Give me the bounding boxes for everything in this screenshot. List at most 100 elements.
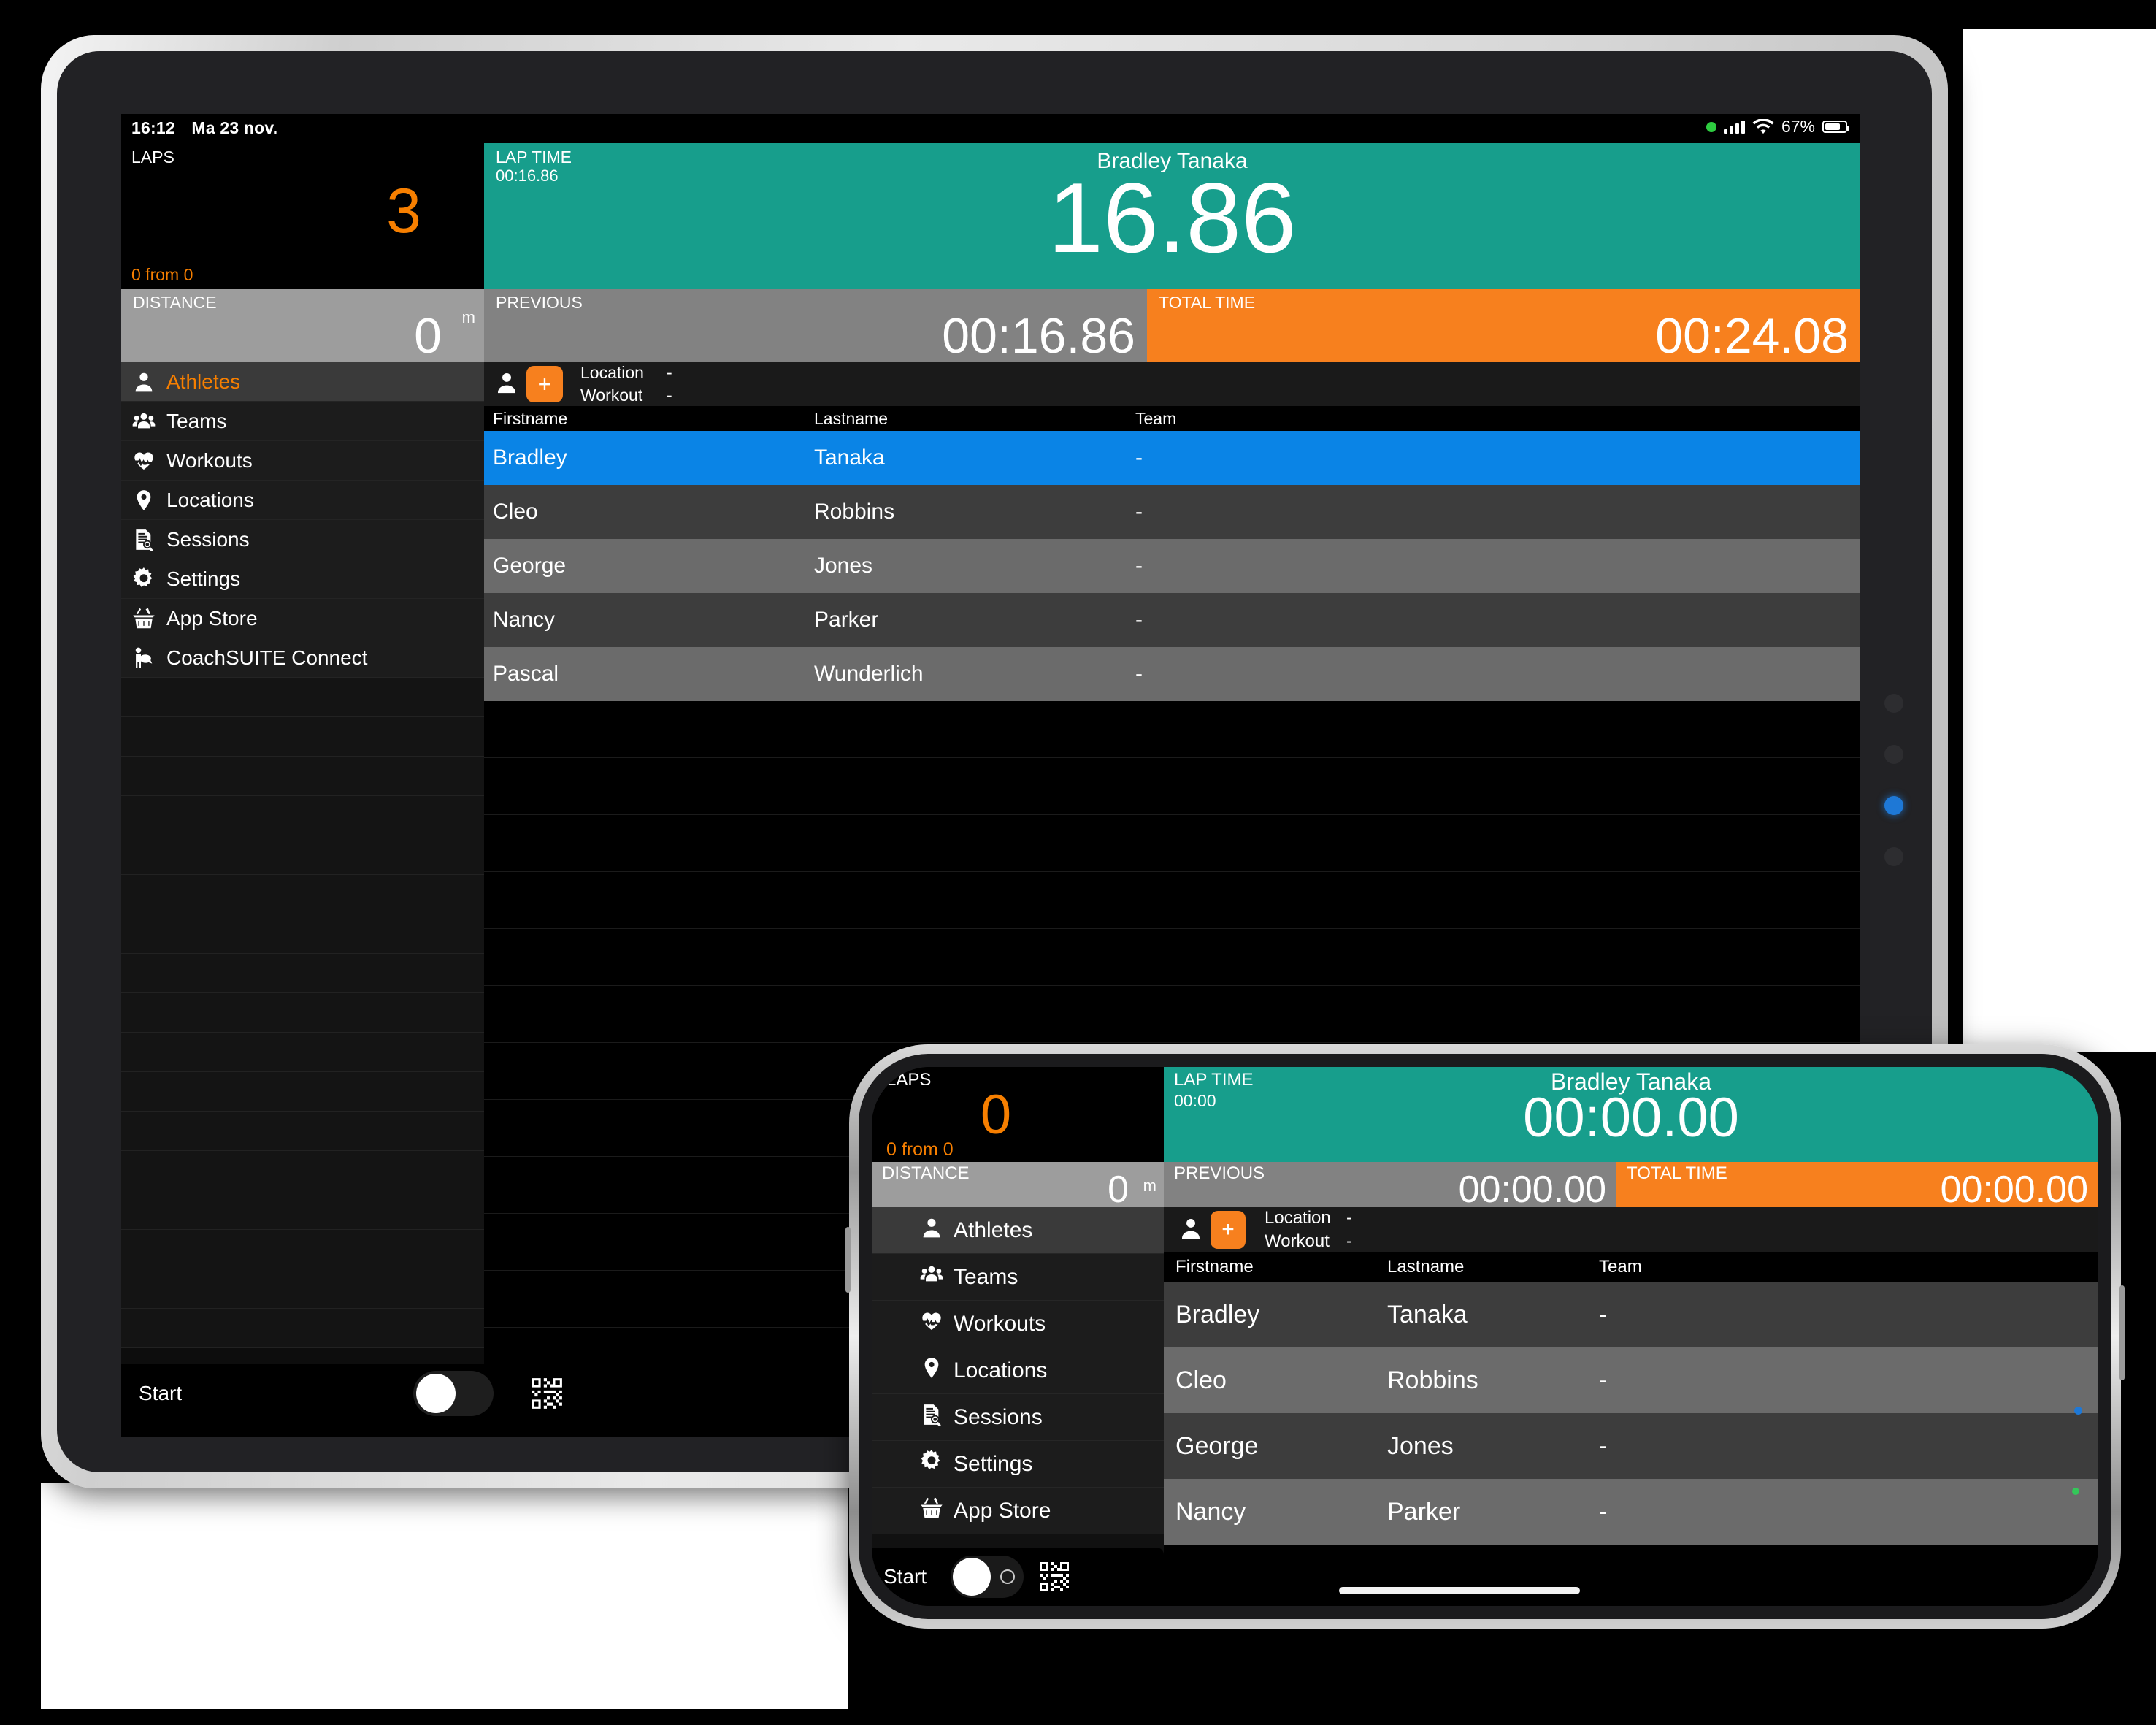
laps-panel: LAPS 3 0 from 0 (121, 143, 484, 289)
phone-cell-team: - (1599, 1431, 1608, 1460)
distance-panel: DISTANCE 0 m (121, 289, 484, 362)
sidebar-item-app-store[interactable]: App Store (121, 599, 484, 638)
sidebar-item-label: Sessions (166, 527, 250, 551)
phone-volume-button[interactable] (845, 1227, 851, 1293)
wifi-icon (1752, 118, 1774, 134)
phone-sidebar-item-label: Teams (954, 1264, 1018, 1289)
sidebar-item-coachsuite-connect[interactable]: CoachSUITE Connect (121, 638, 484, 678)
sidebar-item-sessions[interactable]: Sessions (121, 520, 484, 559)
table-empty-row (484, 758, 1860, 815)
phone-table-row[interactable]: Bradley Tanaka - (1164, 1282, 2098, 1347)
phone-column-header-firstname[interactable]: Firstname (1164, 1257, 1376, 1277)
phone-sidebar-item-teams[interactable]: Teams (872, 1254, 1164, 1301)
status-date: Ma 23 nov. (191, 118, 278, 137)
phone-cell-team: - (1599, 1497, 1608, 1526)
phone-bezel: LAPS 0 0 from 0 LAP TIME 00:00 Bradley T… (859, 1054, 2111, 1619)
sidebar-item-label: App Store (166, 606, 258, 630)
cell-lastname: Parker (814, 608, 879, 632)
background-plate-right (1963, 29, 2156, 1052)
cell-firstname: Bradley (493, 445, 567, 470)
phone-device: LAPS 0 0 from 0 LAP TIME 00:00 Bradley T… (845, 1044, 2125, 1629)
sidebar-empty-row (121, 1269, 484, 1309)
sidebar-item-teams[interactable]: Teams (121, 402, 484, 441)
sidebar-item-workouts[interactable]: Workouts (121, 441, 484, 481)
phone-cell-firstname: George (1175, 1431, 1259, 1460)
table-row[interactable]: Nancy Parker - (484, 593, 1860, 647)
phone-table-row[interactable]: Nancy Parker - (1164, 1479, 2098, 1545)
phone-start-toggle[interactable] (951, 1556, 1024, 1598)
phone-workout-value: - (1346, 1231, 1352, 1251)
phone-dashboard: LAPS 0 0 from 0 LAP TIME 00:00 Bradley T… (872, 1067, 2098, 1162)
sidebar-empty-row (121, 875, 484, 914)
sidebar-empty-row (121, 757, 484, 796)
qr-code-icon[interactable] (1038, 1561, 1070, 1593)
cell-team: - (1135, 445, 1143, 470)
battery-percent: 67% (1781, 117, 1815, 136)
sidebar-item-label: Athletes (166, 370, 241, 393)
column-header-lastname[interactable]: Lastname (805, 409, 1127, 429)
phone-cell-team: - (1599, 1366, 1608, 1394)
phone-power-button[interactable] (2119, 1285, 2125, 1380)
gear-icon (920, 1449, 943, 1479)
workout-label: Workout (580, 386, 643, 405)
person-icon (131, 370, 156, 394)
sidebar-item-locations[interactable]: Locations (121, 481, 484, 520)
previous-value: 00:16.86 (942, 308, 1135, 364)
metrics-row: DISTANCE 0 m PREVIOUS 00:16.86 TOTAL TIM… (121, 289, 1860, 362)
phone-column-header-team[interactable]: Team (1587, 1257, 2098, 1277)
phone-distance-unit: m (1143, 1177, 1156, 1195)
phone-dashboard-right: LAP TIME 00:00 Bradley Tanaka 00:00.00 (1164, 1067, 2098, 1162)
qr-code-icon[interactable] (530, 1377, 564, 1410)
phone-sidebar-item-label: Locations (954, 1358, 1048, 1382)
phone-sidebar-item-sessions[interactable]: Sessions (872, 1394, 1164, 1441)
column-header-firstname[interactable]: Firstname (484, 409, 805, 429)
phone-add-athlete-button[interactable]: + (1211, 1211, 1246, 1249)
shopping-basket-icon (920, 1496, 943, 1526)
phone-distance-panel: DISTANCE 0 m (872, 1162, 1164, 1209)
phone-lap-time-value: 00:00.00 (1523, 1087, 1739, 1149)
phone-sidebar-item-label: App Store (954, 1498, 1051, 1523)
phone-lap-time-panel: LAP TIME 00:00 Bradley Tanaka 00:00.00 (1164, 1067, 2098, 1162)
phone-sidebar: Athletes Teams Workouts Locations Sessions Se… (872, 1207, 1164, 1580)
person-icon (1178, 1216, 1203, 1244)
bezel-dot (1884, 745, 1903, 764)
phone-workout-label: Workout (1265, 1231, 1330, 1251)
phone-table-row[interactable]: Cleo Robbins - (1164, 1347, 2098, 1413)
phone-sidebar-item-locations[interactable]: Locations (872, 1347, 1164, 1394)
table-row[interactable]: George Jones - (484, 539, 1860, 593)
people-group-icon (131, 409, 156, 434)
phone-athletes-toolbar: + Location - Workout - (1164, 1207, 2098, 1252)
phone-sidebar-item-app-store[interactable]: App Store (872, 1488, 1164, 1534)
phone-previous-panel: PREVIOUS 00:00.00 (1164, 1162, 1616, 1209)
table-row[interactable]: Cleo Robbins - (484, 485, 1860, 539)
phone-location-label: Location (1265, 1207, 1331, 1228)
phone-previous-caption: PREVIOUS (1174, 1163, 1265, 1183)
start-toggle[interactable] (413, 1371, 494, 1416)
total-time-caption: TOTAL TIME (1159, 293, 1256, 312)
table-empty-row (484, 701, 1860, 758)
table-row[interactable]: Bradley Tanaka - (484, 431, 1860, 485)
phone-sidebar-item-athletes[interactable]: Athletes (872, 1207, 1164, 1254)
cell-team: - (1135, 554, 1143, 578)
document-search-icon (920, 1403, 943, 1432)
lap-time-panel: LAP TIME 00:16.86 Bradley Tanaka 16.86 (484, 143, 1860, 289)
phone-laps-panel: LAPS 0 0 from 0 (872, 1067, 1164, 1162)
person-icon (920, 1216, 943, 1245)
workout-value: - (667, 386, 672, 405)
phone-sidebar-item-settings[interactable]: Settings (872, 1441, 1164, 1488)
heart-pulse-icon (131, 448, 156, 473)
sidebar-empty-row (121, 678, 484, 717)
add-athlete-button[interactable]: + (526, 366, 563, 402)
table-empty-row (484, 872, 1860, 929)
sidebar-item-athletes[interactable]: Athletes (121, 362, 484, 402)
sidebar-empty-row (121, 835, 484, 875)
phone-sidebar-item-workouts[interactable]: Workouts (872, 1301, 1164, 1347)
status-bar-right: 67% (1706, 117, 1849, 137)
sidebar-item-settings[interactable]: Settings (121, 559, 484, 599)
dashboard-right: LAP TIME 00:16.86 Bradley Tanaka 16.86 (484, 143, 1860, 289)
phone-table-row[interactable]: George Jones - (1164, 1413, 2098, 1479)
cell-lastname: Jones (814, 554, 873, 578)
phone-column-header-lastname[interactable]: Lastname (1376, 1257, 1587, 1277)
table-row[interactable]: Pascal Wunderlich - (484, 647, 1860, 701)
column-header-team[interactable]: Team (1127, 409, 1860, 429)
